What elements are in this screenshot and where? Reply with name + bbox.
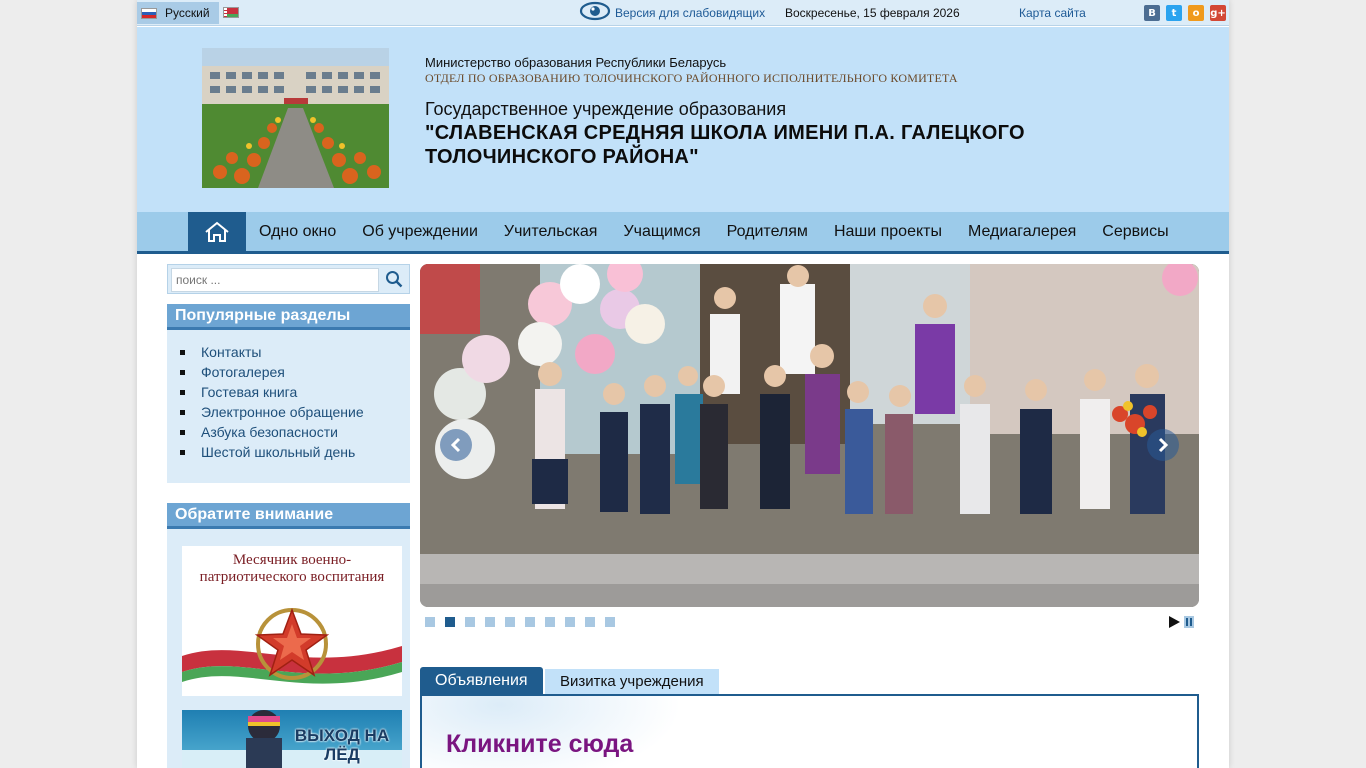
top-bar: Русский Версия для слабовидящих Воскресе…	[137, 0, 1229, 26]
popular-link-photo-gallery[interactable]: Фотогалерея	[180, 362, 410, 382]
nav-item-teachers[interactable]: Учительская	[491, 212, 611, 251]
slide-photo	[420, 264, 1199, 607]
ice-exit-banner-text: ВЫХОД НА ЛЁД	[294, 726, 390, 764]
click-here-link[interactable]: Кликните сюда	[446, 730, 633, 759]
slider-dot[interactable]	[485, 617, 495, 627]
popular-link-contacts[interactable]: Контакты	[180, 342, 410, 362]
nav-item-students[interactable]: Учащимся	[610, 212, 713, 251]
nav-item-media[interactable]: Медиагалерея	[955, 212, 1089, 251]
slider-dot[interactable]	[525, 617, 535, 627]
attention-title: Обратите внимание	[167, 503, 410, 529]
school-building-photo	[202, 48, 389, 188]
vk-icon[interactable]: В	[1144, 5, 1160, 21]
twitter-icon[interactable]: t	[1166, 5, 1182, 21]
low-vision-link[interactable]: Версия для слабовидящих	[615, 6, 765, 20]
slider-dot[interactable]	[425, 617, 435, 627]
google-plus-icon[interactable]: g+	[1210, 5, 1226, 21]
slider-dot[interactable]	[465, 617, 475, 627]
odnoklassniki-icon[interactable]: о	[1188, 5, 1204, 21]
slider-prev-button[interactable]	[440, 429, 472, 461]
search-box	[167, 264, 410, 294]
nav-items: Одно окно Об учреждении Учительская Учащ…	[246, 212, 1182, 251]
current-date: Воскресенье, 15 февраля 2026	[785, 6, 960, 20]
attention-panel: Обратите внимание Месячник военно-патрио…	[167, 503, 410, 768]
nav-item-projects[interactable]: Наши проекты	[821, 212, 955, 251]
slider-next-button[interactable]	[1147, 429, 1179, 461]
language-label: Русский	[165, 6, 210, 20]
tab-content: Кликните сюда	[420, 694, 1199, 768]
chevron-right-icon	[1158, 437, 1169, 453]
popular-sections-panel: Популярные разделы Контакты Фотогалерея …	[167, 304, 410, 483]
slider-dot[interactable]	[505, 617, 515, 627]
nav-home-button[interactable]	[188, 212, 246, 251]
military-patriotic-banner[interactable]: Месячник военно-патриотического воспитан…	[182, 546, 402, 696]
home-icon	[205, 221, 229, 242]
slider-dot[interactable]	[605, 617, 615, 627]
russia-flag-icon	[141, 7, 157, 19]
page: Русский Версия для слабовидящих Воскресе…	[137, 0, 1229, 768]
nav-item-one-window[interactable]: Одно окно	[246, 212, 349, 251]
search-icon	[386, 271, 403, 288]
slider-pause-icon[interactable]	[1184, 616, 1194, 628]
slider-dot[interactable]	[565, 617, 575, 627]
department-title: ОТДЕЛ ПО ОБРАЗОВАНИЮ ТОЛОЧИНСКОГО РАЙОНН…	[425, 71, 958, 85]
popular-link-sixth-day[interactable]: Шестой школьный день	[180, 442, 410, 462]
search-input[interactable]	[171, 268, 379, 292]
nav-item-services[interactable]: Сервисы	[1089, 212, 1181, 251]
slider-dot[interactable]	[585, 617, 595, 627]
nav-item-parents[interactable]: Родителям	[714, 212, 821, 251]
photo-slider[interactable]	[420, 264, 1199, 607]
slider-play-icon[interactable]	[1168, 616, 1180, 628]
popular-sections-title: Популярные разделы	[167, 304, 410, 330]
popular-sections-list: Контакты Фотогалерея Гостевая книга Элек…	[167, 330, 410, 462]
slider-dot[interactable]	[545, 617, 555, 627]
tab-institution-card[interactable]: Визитка учреждения	[545, 669, 719, 695]
belarus-flag-icon[interactable]	[223, 7, 239, 18]
popular-link-safety[interactable]: Азбука безопасности	[180, 422, 410, 442]
popular-link-e-appeal[interactable]: Электронное обращение	[180, 402, 410, 422]
ice-exit-banner[interactable]: ВЫХОД НА ЛЁД	[182, 710, 402, 768]
tab-announcements[interactable]: Объявления	[420, 667, 543, 695]
ministry-title: Министерство образования Республики Бела…	[425, 55, 727, 70]
school-name: "СЛАВЕНСКАЯ СРЕДНЯЯ ШКОЛА ИМЕНИ П.А. ГАЛ…	[425, 122, 1025, 168]
eye-icon[interactable]	[579, 1, 611, 21]
sitemap-link[interactable]: Карта сайта	[1019, 6, 1086, 20]
popular-link-guestbook[interactable]: Гостевая книга	[180, 382, 410, 402]
main-nav: Одно окно Об учреждении Учительская Учащ…	[137, 212, 1229, 254]
site-header: Министерство образования Республики Бела…	[137, 27, 1229, 212]
institution-type: Государственное учреждение образования	[425, 99, 787, 119]
language-russian[interactable]: Русский	[137, 2, 219, 24]
chevron-left-icon	[450, 437, 461, 453]
search-button[interactable]	[380, 266, 408, 292]
nav-item-about[interactable]: Об учреждении	[349, 212, 491, 251]
red-star-emblem-icon	[182, 607, 402, 684]
slider-pagination	[425, 617, 625, 627]
slider-dot[interactable]	[445, 617, 455, 627]
